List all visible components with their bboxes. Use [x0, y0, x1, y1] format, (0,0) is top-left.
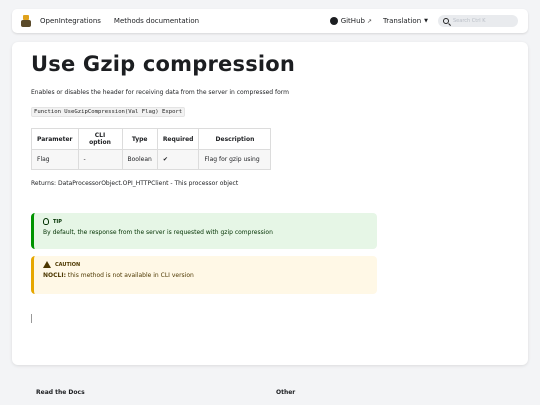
tip-text: By default, the response from the server… [43, 229, 273, 236]
table-cell: Flag for gzip using [198, 149, 272, 170]
table-header: Required [156, 128, 200, 150]
caution-label: CAUTION [55, 261, 81, 268]
table-cell: Boolean [121, 149, 158, 170]
logo-icon[interactable] [21, 14, 31, 28]
tip-admonition: TIP By default, the response from the se… [31, 213, 377, 249]
search-placeholder: Search Ctrl K [453, 18, 486, 24]
caret-down-icon: ▼ [424, 18, 428, 24]
table-row: Flag - Boolean ✔ Flag for gzip using [31, 149, 272, 170]
translation-dropdown[interactable]: Translation ▼ [383, 17, 428, 25]
text-cursor [31, 314, 32, 323]
caution-bold: NOCLI: [43, 272, 66, 279]
translation-label: Translation [382, 17, 422, 25]
github-link[interactable]: GitHub [341, 17, 365, 25]
page-description: Enables or disables the header for recei… [31, 89, 289, 96]
methods-docs-link[interactable]: Methods documentation [114, 17, 199, 25]
table-cell: Flag [31, 149, 79, 170]
parameters-table: Parameter CLI option Type Required Descr… [31, 128, 272, 170]
caution-text: NOCLI: this method is not available in C… [43, 272, 370, 279]
footer-heading-other: Other [276, 389, 296, 396]
table-cell: ✔ [156, 149, 200, 170]
footer-heading-read-the-docs: Read the Docs [36, 389, 85, 396]
function-signature: Function UseGzipCompression(Val Flag) Ex… [31, 107, 186, 117]
doc-content: Use Gzip compression Enables or disables… [12, 42, 528, 365]
github-icon[interactable] [329, 17, 338, 25]
search-box[interactable]: Search Ctrl K [438, 15, 518, 27]
table-header: Parameter [31, 128, 79, 150]
external-link-icon: ↗ [366, 17, 372, 25]
table-header: CLI option [77, 128, 123, 150]
page-title: Use Gzip compression [31, 52, 296, 76]
caution-admonition: CAUTION NOCLI: this method is not availa… [31, 256, 377, 294]
brand-link[interactable]: OpenIntegrations [40, 17, 101, 25]
tip-label: TIP [53, 218, 62, 225]
table-cell: - [77, 149, 123, 170]
warning-icon [43, 261, 51, 268]
search-icon [443, 18, 449, 24]
caution-body: this method is not available in CLI vers… [65, 272, 194, 279]
lightbulb-icon [43, 218, 49, 225]
table-header: Type [121, 128, 158, 150]
top-navbar: OpenIntegrations Methods documentation G… [12, 9, 528, 33]
table-header: Description [198, 128, 272, 150]
returns-text: Returns: DataProcessorObject.OPI_HTTPCli… [31, 180, 239, 187]
